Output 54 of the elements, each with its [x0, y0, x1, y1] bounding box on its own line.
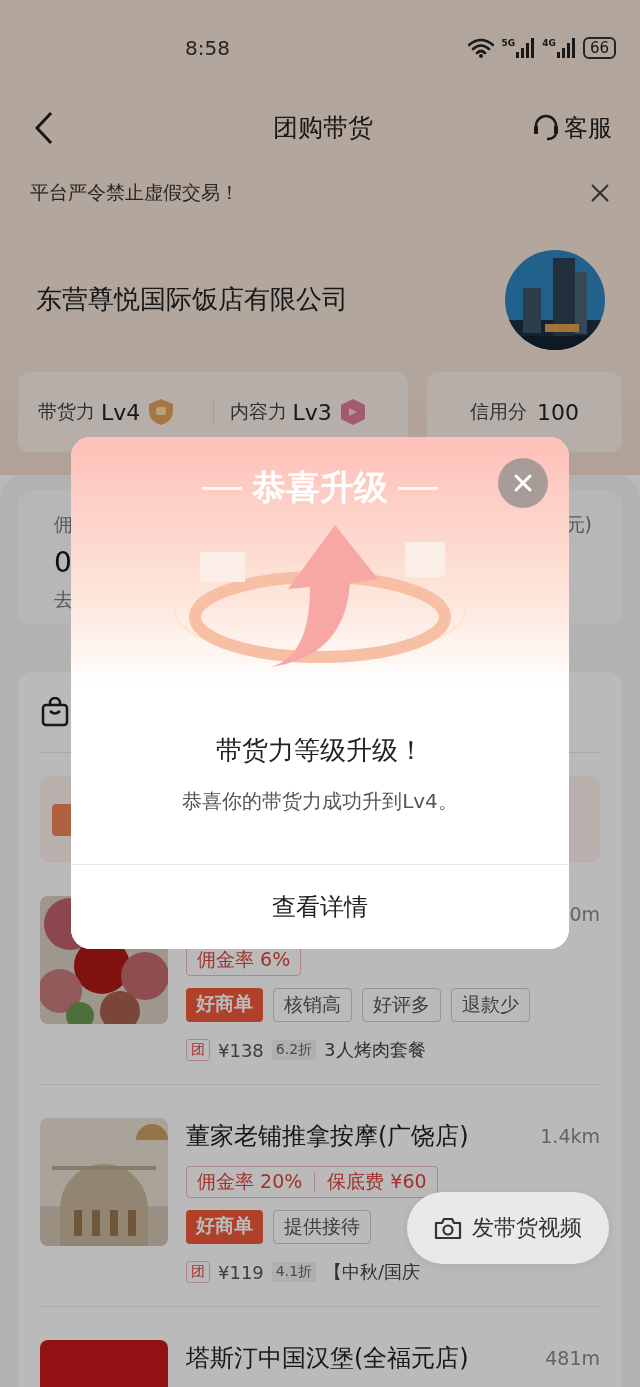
shop-tag: 好商单: [186, 1210, 263, 1244]
shop-tag: 核销高: [273, 988, 352, 1022]
customer-service-button[interactable]: 客服: [532, 111, 612, 144]
shopping-bag-icon: [40, 697, 70, 727]
shop-tag: 退款少: [451, 988, 530, 1022]
signal-icon: [516, 37, 535, 58]
credit-score: 100: [537, 399, 579, 425]
network-label: 4G: [542, 37, 556, 48]
signal-icon: [556, 37, 575, 58]
stats-label: 佣: [54, 512, 73, 537]
back-icon: [34, 110, 54, 145]
shop-tag: 提供接待: [273, 1210, 371, 1244]
group-deal-tag: 团: [186, 1039, 210, 1061]
page-title: 团购带货: [273, 112, 373, 144]
level-label: 内容力: [229, 399, 287, 424]
credit-label: 信用分: [470, 399, 527, 424]
deal-price: ¥138: [218, 1039, 264, 1061]
shop-tag: 好商单: [186, 988, 263, 1022]
commission-text: 保底费 ¥60: [327, 1169, 427, 1194]
company-name: 东营尊悦国际饭店有限公司: [36, 283, 348, 316]
network-label: 5G: [501, 37, 516, 48]
shop-distance: 0m: [569, 903, 600, 925]
shop-distance: 1.4km: [540, 1125, 600, 1147]
stats-link[interactable]: 去: [54, 587, 73, 613]
promo-icon: [52, 803, 74, 836]
commission-text: 佣金率 20%: [197, 1169, 303, 1194]
group-deal-tag: 团: [186, 1261, 210, 1283]
shop-name[interactable]: 塔斯汀中国汉堡(全福元店): [186, 1342, 469, 1374]
commission-text: 佣金率 6%: [197, 947, 291, 972]
dialog-heading: 恭喜升级: [252, 466, 388, 509]
shop-tag: 好评多: [362, 988, 441, 1022]
battery-indicator: 66: [582, 36, 616, 59]
wifi-icon: [467, 37, 494, 58]
level-value: Lv3: [292, 399, 332, 425]
shop-name[interactable]: 董家老铺推拿按摩(广饶店): [186, 1120, 469, 1152]
status-time: 8:58: [185, 35, 230, 60]
view-details-button[interactable]: 查看详情: [71, 864, 569, 949]
discount-tag: 4.1折: [271, 1262, 317, 1282]
back-button[interactable]: [34, 110, 54, 145]
level-value: Lv4: [101, 399, 141, 425]
close-icon: [513, 473, 533, 493]
deal-price: ¥119: [218, 1261, 264, 1283]
level-label: 带货力: [38, 399, 95, 424]
camera-icon: [434, 1216, 462, 1240]
post-video-button[interactable]: 发带货视频: [407, 1192, 609, 1264]
shop-distance: 481m: [545, 1347, 600, 1369]
dialog-message: 恭喜你的带货力成功升到Lv4。: [182, 788, 458, 815]
deal-title: 3人烤肉套餐: [324, 1038, 426, 1062]
dialog-title: 带货力等级升级！: [216, 734, 424, 767]
discount-tag: 6.2折: [271, 1040, 317, 1060]
close-icon[interactable]: [590, 182, 610, 203]
headset-icon: [532, 113, 560, 142]
notice-text: 平台严令禁止虚假交易！: [30, 179, 239, 205]
stats-value: 0: [54, 546, 73, 579]
